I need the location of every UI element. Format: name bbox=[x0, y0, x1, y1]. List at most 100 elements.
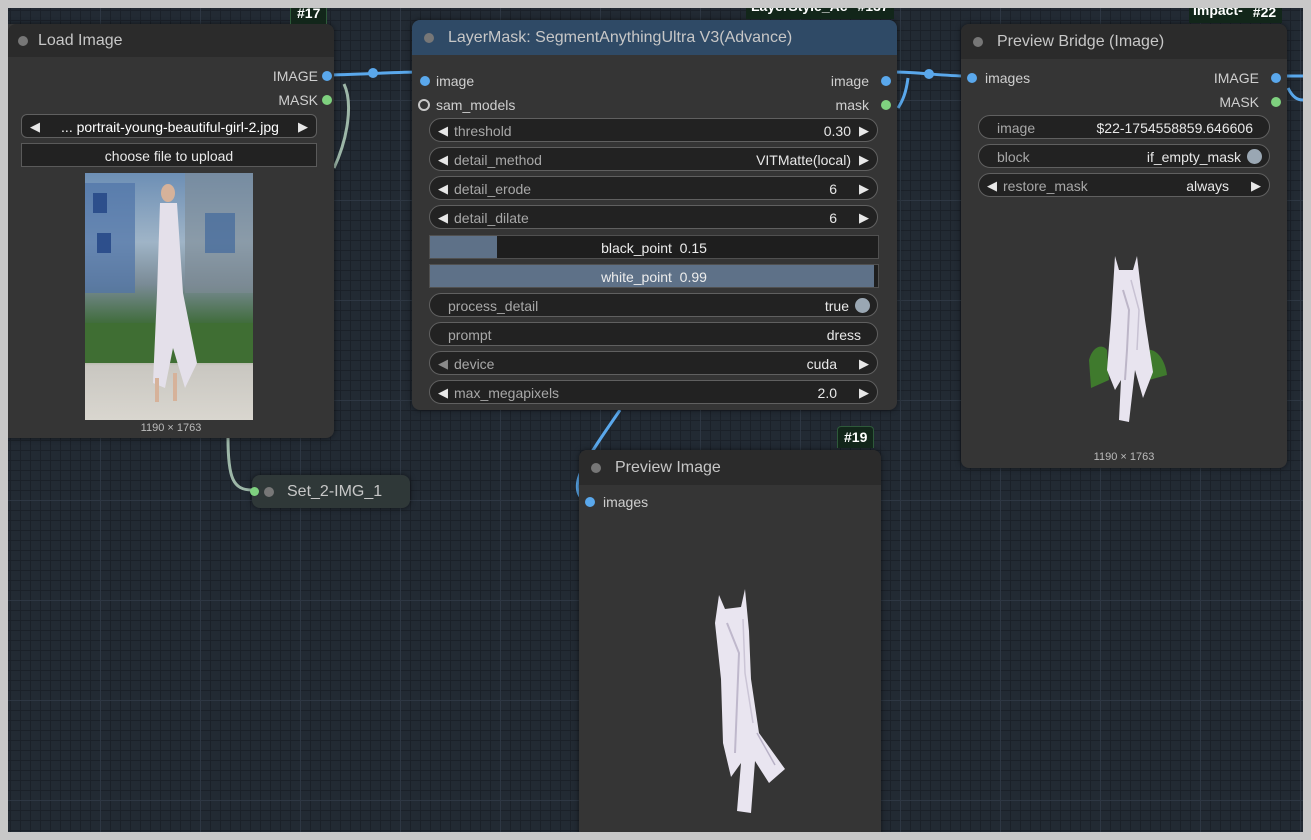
input-dot-icon[interactable] bbox=[420, 76, 430, 86]
node-title-bar[interactable]: LayerMask: SegmentAnythingUltra V3(Advan… bbox=[412, 20, 897, 55]
increment-arrow-icon[interactable]: ▶ bbox=[1251, 174, 1261, 198]
node-title-bar[interactable]: Load Image bbox=[8, 24, 334, 57]
decrement-arrow-icon[interactable]: ◀ bbox=[987, 174, 997, 198]
output-slot-mask[interactable]: MASK bbox=[204, 91, 334, 109]
node-badge-group: LayerStyle_Ac#137 bbox=[746, 8, 894, 19]
input-slot-image[interactable]: image bbox=[420, 72, 474, 90]
widget-label: image bbox=[997, 120, 1036, 136]
slot-label: images bbox=[985, 70, 1031, 86]
set-node[interactable]: Set_2-IMG_1 bbox=[250, 475, 410, 508]
node-title-bar[interactable]: Preview Bridge (Image) bbox=[961, 24, 1287, 59]
preview-bridge-node[interactable]: Impact- #22 Preview Bridge (Image) images… bbox=[961, 8, 1287, 468]
output-dot-icon[interactable] bbox=[881, 100, 891, 110]
max-megapixels-widget[interactable]: ◀ max_megapixels 2.0 ▶ bbox=[429, 380, 878, 404]
increment-arrow-icon[interactable]: ▶ bbox=[859, 148, 869, 172]
widget-value: 6 bbox=[829, 210, 837, 226]
prompt-field[interactable]: prompt dress bbox=[429, 322, 878, 346]
widget-label: device bbox=[454, 356, 495, 372]
white-point-slider[interactable]: white_point 0.99 bbox=[429, 264, 879, 288]
slot-label: MASK bbox=[278, 92, 318, 108]
node-category-badge: Impact- bbox=[1189, 8, 1247, 23]
decrement-arrow-icon[interactable]: ◀ bbox=[438, 119, 448, 143]
node-id-badge: #22 bbox=[1246, 8, 1283, 23]
preview-image-node[interactable]: #19 Preview Image images bbox=[579, 426, 881, 832]
output-dot-icon[interactable] bbox=[1271, 97, 1281, 107]
increment-arrow-icon[interactable]: ▶ bbox=[859, 119, 869, 143]
output-slot-image[interactable]: image bbox=[775, 72, 891, 90]
decrement-arrow-icon[interactable]: ◀ bbox=[438, 148, 448, 172]
node-title-bar[interactable]: Preview Image bbox=[579, 450, 881, 485]
output-slot-image[interactable]: IMAGE bbox=[1165, 69, 1281, 87]
decrement-arrow-icon[interactable]: ◀ bbox=[438, 381, 448, 405]
collapse-dot-icon[interactable] bbox=[18, 36, 28, 46]
detail-method-widget[interactable]: ◀ detail_method VITMatte(local) ▶ bbox=[429, 147, 878, 171]
detail-erode-widget[interactable]: ◀ detail_erode 6 ▶ bbox=[429, 176, 878, 200]
slider-fill bbox=[430, 236, 498, 258]
widget-value: cuda bbox=[806, 356, 837, 372]
link-load-to-segment bbox=[325, 70, 421, 77]
block-toggle[interactable]: block if_empty_mask bbox=[978, 144, 1270, 168]
restore-mask-widget[interactable]: ◀ restore_mask always ▶ bbox=[978, 173, 1270, 197]
dress-cutout-graphic bbox=[1089, 256, 1167, 422]
upload-button[interactable]: choose file to upload bbox=[21, 143, 317, 167]
toggle-knob-icon[interactable] bbox=[1247, 149, 1262, 164]
increment-arrow-icon[interactable]: ▶ bbox=[859, 206, 869, 230]
increment-arrow-icon[interactable]: ▶ bbox=[859, 177, 869, 201]
decrement-arrow-icon[interactable]: ◀ bbox=[438, 206, 448, 230]
image-file-combo[interactable]: ◀ ... portrait-young-beautiful-girl-2.jp… bbox=[21, 114, 317, 138]
load-image-node[interactable]: #17 Load Image IMAGE MASK ◀ ... portrait… bbox=[8, 8, 334, 438]
output-slot-mask[interactable]: mask bbox=[775, 96, 891, 114]
decrement-arrow-icon[interactable]: ◀ bbox=[438, 352, 448, 376]
toggle-knob-icon[interactable] bbox=[855, 298, 870, 313]
slot-label: images bbox=[603, 494, 649, 510]
output-dot-icon[interactable] bbox=[881, 76, 891, 86]
collapse-dot-icon[interactable] bbox=[973, 37, 983, 47]
input-dot-icon[interactable] bbox=[250, 487, 259, 496]
photo-graphic bbox=[85, 173, 253, 402]
threshold-widget[interactable]: ◀ threshold 0.30 ▶ bbox=[429, 118, 878, 142]
node-category-badge: LayerStyle_Ac bbox=[746, 8, 853, 19]
output-slot-mask[interactable]: MASK bbox=[1165, 93, 1281, 111]
increment-arrow-icon[interactable]: ▶ bbox=[859, 381, 869, 405]
slider-value: 0.99 bbox=[679, 269, 707, 285]
slider-value: 0.15 bbox=[679, 240, 707, 256]
widget-label: process_detail bbox=[448, 298, 539, 314]
input-ring-icon[interactable] bbox=[418, 99, 430, 111]
image-field[interactable]: image $22-1754558859.646606 bbox=[978, 115, 1270, 139]
output-slot-image[interactable]: IMAGE bbox=[204, 67, 334, 85]
image-thumbnail bbox=[85, 173, 253, 420]
slot-label: IMAGE bbox=[272, 68, 318, 84]
dress-cutout-graphic bbox=[715, 589, 785, 813]
collapse-dot-icon[interactable] bbox=[424, 33, 434, 43]
masked-preview-image bbox=[1079, 250, 1175, 422]
collapse-dot-icon[interactable] bbox=[264, 487, 274, 497]
slider-label: white_point bbox=[601, 269, 672, 285]
link-midpoint bbox=[368, 68, 378, 78]
output-dot-icon[interactable] bbox=[322, 95, 332, 105]
collapse-dot-icon[interactable] bbox=[591, 463, 601, 473]
output-dot-icon[interactable] bbox=[1271, 73, 1281, 83]
node-graph-canvas[interactable]: #17 Load Image IMAGE MASK ◀ ... portrait… bbox=[8, 8, 1303, 832]
link-segment-mask bbox=[896, 77, 910, 109]
increment-arrow-icon[interactable]: ▶ bbox=[859, 352, 869, 376]
widget-label: detail_dilate bbox=[454, 210, 529, 226]
black-point-slider[interactable]: black_point 0.15 bbox=[429, 235, 879, 259]
detail-dilate-widget[interactable]: ◀ detail_dilate 6 ▶ bbox=[429, 205, 878, 229]
device-widget[interactable]: ◀ device cuda ▶ bbox=[429, 351, 878, 375]
decrement-arrow-icon[interactable]: ◀ bbox=[438, 177, 448, 201]
process-detail-toggle[interactable]: process_detail true bbox=[429, 293, 878, 317]
widget-label: threshold bbox=[454, 123, 512, 139]
slot-label: mask bbox=[835, 97, 869, 113]
segment-anything-node[interactable]: LayerStyle_Ac#137 LayerMask: SegmentAnyt… bbox=[412, 8, 897, 410]
set-node-title: Set_2-IMG_1 bbox=[287, 483, 383, 500]
output-dot-icon[interactable] bbox=[322, 71, 332, 81]
input-dot-icon[interactable] bbox=[585, 497, 595, 507]
input-slot-images[interactable]: images bbox=[585, 493, 648, 511]
image-dimensions: 1190 × 1763 bbox=[1093, 451, 1155, 463]
input-slot-images[interactable]: images bbox=[967, 69, 1030, 87]
input-slot-sam-models[interactable]: sam_models bbox=[418, 96, 515, 114]
input-dot-icon[interactable] bbox=[967, 73, 977, 83]
decrement-arrow-icon[interactable]: ◀ bbox=[30, 115, 40, 139]
increment-arrow-icon[interactable]: ▶ bbox=[298, 115, 308, 139]
slot-label: sam_models bbox=[436, 97, 516, 113]
